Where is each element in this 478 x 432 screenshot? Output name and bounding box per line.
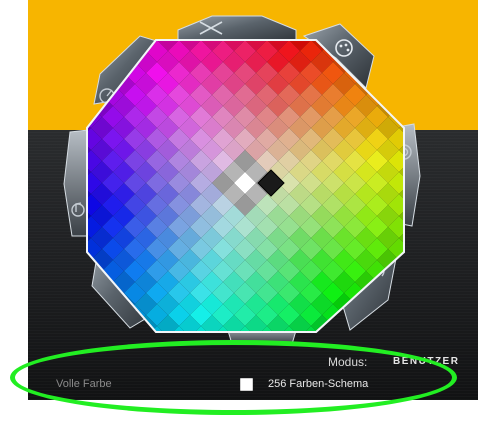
color-wheel-widget <box>36 0 454 392</box>
color-cell[interactable] <box>201 0 223 7</box>
color-cell[interactable] <box>432 194 454 216</box>
color-cell[interactable] <box>47 139 69 161</box>
mode-value[interactable]: BENUTZER <box>393 356 459 367</box>
color-cell[interactable] <box>135 7 157 29</box>
color-cell[interactable] <box>212 348 234 370</box>
scheme-256-label[interactable]: 256 Farben-Schema <box>268 378 368 390</box>
mode-label: Modus: <box>328 355 368 369</box>
color-cell[interactable] <box>399 271 421 293</box>
color-cell[interactable] <box>168 0 190 18</box>
color-cell[interactable] <box>58 238 80 260</box>
color-cell[interactable] <box>179 0 201 7</box>
color-cell[interactable] <box>421 205 443 227</box>
color-cell[interactable] <box>179 337 201 359</box>
color-cell[interactable] <box>234 348 256 370</box>
color-cell[interactable] <box>421 227 443 249</box>
color-cell[interactable] <box>58 260 80 282</box>
color-cell[interactable] <box>47 205 69 227</box>
color-cell[interactable] <box>190 0 212 18</box>
color-cell[interactable] <box>300 348 322 370</box>
color-cell[interactable] <box>135 337 157 359</box>
color-cell[interactable] <box>300 0 322 18</box>
color-cell[interactable] <box>36 150 58 172</box>
color-cell[interactable] <box>432 172 454 194</box>
color-cell[interactable] <box>58 84 80 106</box>
color-cell[interactable] <box>201 337 223 359</box>
color-cell[interactable] <box>322 326 344 348</box>
color-cell[interactable] <box>432 150 454 172</box>
color-cell[interactable] <box>146 348 168 370</box>
color-cell[interactable] <box>344 326 366 348</box>
color-cell[interactable] <box>179 359 201 381</box>
color-cell[interactable] <box>399 73 421 95</box>
color-cell[interactable] <box>388 62 410 84</box>
color-cell[interactable] <box>124 326 146 348</box>
color-cell[interactable] <box>377 73 399 95</box>
color-cell[interactable] <box>421 161 443 183</box>
color-cell[interactable] <box>146 0 168 18</box>
color-cell[interactable] <box>234 0 256 18</box>
color-cell[interactable] <box>377 51 399 73</box>
color-cell[interactable] <box>190 348 212 370</box>
color-cell[interactable] <box>47 227 69 249</box>
color-cell[interactable] <box>267 0 289 7</box>
color-cell[interactable] <box>146 18 168 40</box>
color-cell[interactable] <box>157 337 179 359</box>
color-cell[interactable] <box>322 0 344 18</box>
color-cell[interactable] <box>69 73 91 95</box>
color-cell[interactable] <box>212 370 234 392</box>
color-cell[interactable] <box>399 95 421 117</box>
color-cell[interactable] <box>388 84 410 106</box>
color-cell[interactable] <box>256 0 278 18</box>
color-cell[interactable] <box>157 7 179 29</box>
color-cell[interactable] <box>168 348 190 370</box>
color-cell[interactable] <box>212 0 234 18</box>
color-cell[interactable] <box>223 0 245 7</box>
color-cell[interactable] <box>69 271 91 293</box>
color-cell[interactable] <box>311 7 333 29</box>
full-color-option[interactable]: Volle Farbe <box>56 378 112 390</box>
color-cell[interactable] <box>421 117 443 139</box>
color-cell[interactable] <box>278 348 300 370</box>
color-cell[interactable] <box>245 0 267 7</box>
color-cell[interactable] <box>58 106 80 128</box>
color-cell[interactable] <box>36 194 58 216</box>
color-cell[interactable] <box>69 95 91 117</box>
color-cell[interactable] <box>289 0 311 7</box>
color-cell[interactable] <box>410 84 432 106</box>
color-cell[interactable] <box>36 172 58 194</box>
color-cell[interactable] <box>421 183 443 205</box>
color-cell[interactable] <box>278 0 300 18</box>
color-cell[interactable] <box>421 139 443 161</box>
color-cell[interactable] <box>289 7 311 29</box>
color-cell[interactable] <box>410 238 432 260</box>
color-cell[interactable] <box>201 359 223 381</box>
color-cell[interactable] <box>256 348 278 370</box>
color-cell[interactable] <box>410 260 432 282</box>
scheme-256-checkbox[interactable] <box>240 378 253 391</box>
color-palette-app: Modus: BENUTZER Volle Farbe 256 Farben-S… <box>0 0 478 432</box>
color-cell[interactable] <box>47 117 69 139</box>
